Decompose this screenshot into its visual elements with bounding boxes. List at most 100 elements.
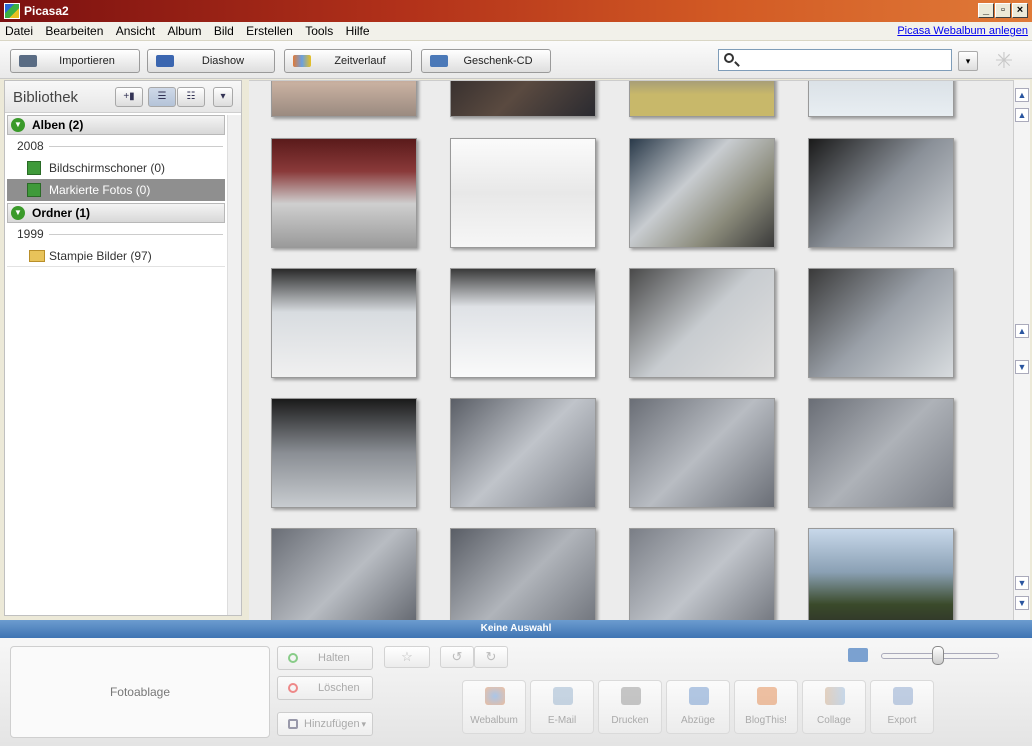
cd-icon: [430, 55, 448, 67]
photo-thumbnail[interactable]: [629, 81, 775, 117]
print-icon: [621, 687, 641, 705]
add-icon: [288, 719, 298, 729]
photo-thumbnail[interactable]: [271, 268, 417, 378]
scroll-up-icon[interactable]: ▲: [1015, 108, 1029, 122]
rotate-left-button[interactable]: ↺: [440, 646, 474, 668]
photo-thumbnail[interactable]: [808, 528, 954, 620]
selection-status-bar: Keine Auswahl: [0, 620, 1032, 638]
photo-thumbnail[interactable]: [450, 81, 596, 117]
menu-erstellen[interactable]: Erstellen: [241, 22, 297, 38]
menu-tools[interactable]: Tools: [300, 22, 337, 38]
photo-thumbnail[interactable]: [450, 138, 596, 248]
folder-icon: [29, 250, 45, 262]
new-album-button[interactable]: +▮: [115, 87, 143, 107]
photo-thumbnail[interactable]: [808, 398, 954, 508]
sidebar-scrollbar[interactable]: [227, 115, 241, 615]
photo-thumbnail[interactable]: [271, 398, 417, 508]
collapse-arrow-icon[interactable]: ▼: [11, 118, 25, 132]
slider-handle[interactable]: [932, 646, 944, 665]
email-button[interactable]: E-Mail: [530, 680, 594, 734]
tree-view-icon[interactable]: ☷: [177, 87, 205, 107]
album-year-label: 2008: [17, 139, 44, 153]
year-divider: [49, 146, 223, 147]
rotate-right-button[interactable]: ↻: [474, 646, 508, 668]
export-icon: [893, 687, 913, 705]
menu-ansicht[interactable]: Ansicht: [111, 22, 159, 38]
prints-icon: [689, 687, 709, 705]
print-button[interactable]: Drucken: [598, 680, 662, 734]
webalbum-link[interactable]: Picasa Webalbum anlegen: [897, 25, 1028, 37]
scroll-up-icon[interactable]: ▲: [1015, 324, 1029, 338]
photo-thumbnail[interactable]: [450, 528, 596, 620]
star-button[interactable]: ☆: [384, 646, 430, 668]
photo-thumbnail[interactable]: [629, 268, 775, 378]
title-bar: Picasa2 _ ▫ ×: [0, 0, 1032, 22]
year-divider: [49, 234, 223, 235]
library-title: Bibliothek: [13, 89, 79, 106]
folder-item-stampie-bilder[interactable]: Stampie Bilder (97): [7, 245, 225, 267]
scroll-down-icon[interactable]: ▼: [1015, 576, 1029, 590]
order-prints-button[interactable]: Abzüge: [666, 680, 730, 734]
export-button[interactable]: Export: [870, 680, 934, 734]
album-item-bildschirmschoner[interactable]: Bildschirmschoner (0): [7, 157, 225, 179]
album-icon: [27, 161, 41, 175]
timeline-button[interactable]: Zeitverlauf: [284, 49, 412, 73]
menu-bar: Datei Bearbeiten Ansicht Album Bild Erst…: [0, 22, 1032, 41]
blogthis-button[interactable]: BlogThis!: [734, 680, 798, 734]
photo-grid: [249, 80, 1013, 620]
camera-icon: [19, 55, 37, 67]
search-input[interactable]: [718, 49, 952, 71]
maximize-button[interactable]: ▫: [995, 3, 1011, 18]
library-header: Bibliothek +▮ ☰ ☷ ▾: [5, 81, 241, 113]
photo-thumbnail[interactable]: [808, 81, 954, 117]
album-item-markierte-fotos[interactable]: Markierte Fotos (0): [7, 179, 225, 201]
fotoablage-area[interactable]: Fotoablage: [10, 646, 270, 738]
hold-icon: [288, 653, 298, 663]
import-button[interactable]: Importieren: [10, 49, 140, 73]
hold-button[interactable]: Halten: [277, 646, 373, 670]
photo-thumbnail[interactable]: [808, 138, 954, 248]
menu-album[interactable]: Album: [162, 22, 205, 38]
collage-icon: [825, 687, 845, 705]
photo-thumbnail[interactable]: [271, 138, 417, 248]
scroll-top-icon[interactable]: ▲: [1015, 88, 1029, 102]
photo-thumbnail[interactable]: [629, 398, 775, 508]
list-view-icon[interactable]: ☰: [148, 87, 176, 107]
menu-datei[interactable]: Datei: [0, 22, 37, 38]
blogger-icon: [757, 687, 777, 705]
photo-thumbnail[interactable]: [450, 268, 596, 378]
menu-bild[interactable]: Bild: [209, 22, 238, 38]
photo-grid-scrollbar[interactable]: ▲ ▲ ▲ ▼ ▼ ▼: [1013, 80, 1030, 620]
email-icon: [553, 687, 573, 705]
menu-hilfe[interactable]: Hilfe: [341, 22, 374, 38]
library-sidebar: Bibliothek +▮ ☰ ☷ ▾ ▼ Alben (2) 2008 Bil…: [4, 80, 242, 616]
scroll-down-icon[interactable]: ▼: [1015, 360, 1029, 374]
view-menu-chevron-down-icon[interactable]: ▾: [213, 87, 233, 107]
photo-thumbnail[interactable]: [450, 398, 596, 508]
photo-thumbnail[interactable]: [629, 138, 775, 248]
picasa-app-icon: [4, 3, 20, 19]
photo-thumbnail[interactable]: [271, 81, 417, 117]
scroll-bottom-icon[interactable]: ▼: [1015, 596, 1029, 610]
menu-bearbeiten[interactable]: Bearbeiten: [40, 22, 107, 38]
albums-group-header[interactable]: ▼ Alben (2): [7, 115, 225, 135]
add-button[interactable]: Hinzufügen ▾: [277, 712, 373, 736]
window-title: Picasa2: [24, 4, 69, 18]
webalbum-button[interactable]: Webalbum: [462, 680, 526, 734]
search-dropdown-button[interactable]: ▾: [958, 51, 978, 71]
webalbum-icon: [485, 687, 505, 705]
timeline-icon: [293, 55, 311, 67]
folders-group-header[interactable]: ▼ Ordner (1): [7, 203, 225, 223]
minimize-button[interactable]: _: [978, 3, 994, 18]
gift-cd-button[interactable]: Geschenk-CD: [421, 49, 551, 73]
collage-button[interactable]: Collage: [802, 680, 866, 734]
collapse-arrow-icon[interactable]: ▼: [11, 206, 25, 220]
zoom-icon: [848, 648, 868, 662]
slideshow-button[interactable]: Diashow: [147, 49, 275, 73]
photo-thumbnail[interactable]: [271, 528, 417, 620]
photo-thumbnail[interactable]: [808, 268, 954, 378]
delete-button[interactable]: Löschen: [277, 676, 373, 700]
close-button[interactable]: ×: [1012, 3, 1028, 18]
loading-spinner-icon: ✳: [994, 48, 1014, 73]
photo-thumbnail[interactable]: [629, 528, 775, 620]
